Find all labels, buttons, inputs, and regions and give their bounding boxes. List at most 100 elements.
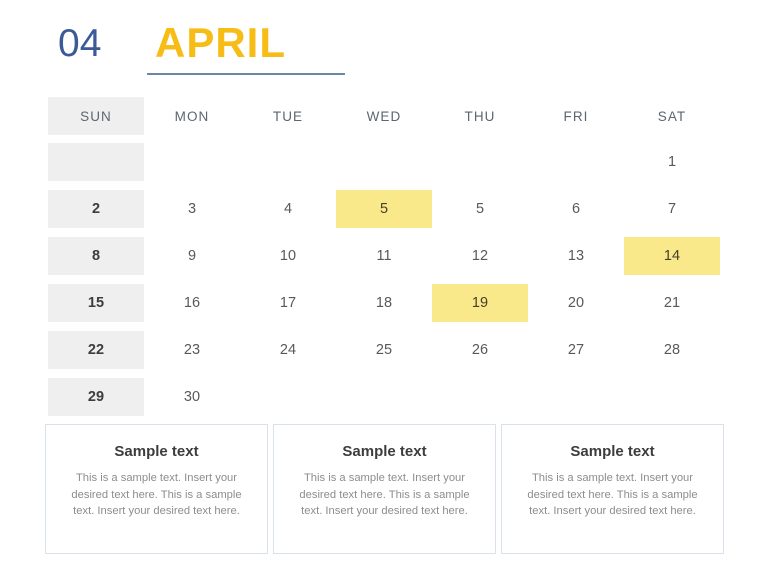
calendar-header: 04 APRIL: [0, 0, 768, 92]
weekday-header-row: SUN MON TUE WED THU FRI SAT: [48, 97, 720, 135]
calendar-week-row: 29 30: [48, 378, 720, 416]
calendar-day-cell-empty: [528, 378, 624, 416]
calendar-day-cell-empty: [240, 378, 336, 416]
calendar-day-number: 8: [91, 248, 101, 264]
calendar-day-cell-8[interactable]: 8: [48, 237, 144, 275]
note-card-body: This is a sample text. Insert your desir…: [71, 472, 242, 517]
note-card-title: Sample text: [570, 443, 655, 460]
calendar-day-cell-7[interactable]: 7: [624, 190, 720, 228]
note-card-title: Sample text: [114, 443, 199, 460]
calendar-day-cell-15[interactable]: 15: [48, 284, 144, 322]
calendar-day-cell-empty: [624, 378, 720, 416]
weekday-header-tue: TUE: [240, 97, 336, 135]
calendar-day-cell-29[interactable]: 29: [48, 378, 144, 416]
note-card-body: This is a sample text. Insert your desir…: [299, 472, 470, 517]
calendar-day-number: 5: [379, 201, 389, 217]
calendar-day-cell-13[interactable]: 13: [528, 237, 624, 275]
weekday-header-label: MON: [174, 108, 210, 124]
calendar-day-cell-14[interactable]: 14: [624, 237, 720, 275]
calendar-day-cell-23[interactable]: 23: [144, 331, 240, 369]
calendar-day-cell-10[interactable]: 10: [240, 237, 336, 275]
calendar-day-number: 18: [375, 295, 393, 311]
calendar-day-number: 13: [567, 248, 585, 264]
calendar-day-cell-28[interactable]: 28: [624, 331, 720, 369]
calendar-day-number: 19: [471, 295, 489, 311]
calendar-day-cell-4[interactable]: 4: [240, 190, 336, 228]
calendar-day-number: 16: [183, 295, 201, 311]
calendar-day-cell-22[interactable]: 22: [48, 331, 144, 369]
weekday-header-label: TUE: [272, 108, 304, 124]
calendar-day-number: 7: [667, 201, 677, 217]
note-card-body: This is a sample text. Insert your desir…: [527, 472, 698, 517]
calendar-day-cell-26[interactable]: 26: [432, 331, 528, 369]
weekday-header-mon: MON: [144, 97, 240, 135]
weekday-header-fri: FRI: [528, 97, 624, 135]
calendar-day-cell-19[interactable]: 19: [432, 284, 528, 322]
calendar-day-cell-5[interactable]: 5: [432, 190, 528, 228]
calendar-day-cell-11[interactable]: 11: [336, 237, 432, 275]
calendar-day-number: 22: [87, 342, 105, 358]
calendar-day-cell-empty: [432, 378, 528, 416]
calendar-day-number: 15: [87, 295, 105, 311]
calendar-day-cell-empty: [336, 143, 432, 181]
weekday-header-label: THU: [464, 108, 496, 124]
calendar-day-cell-16[interactable]: 16: [144, 284, 240, 322]
calendar-day-cell-1[interactable]: 1: [624, 143, 720, 181]
calendar-day-cell-17[interactable]: 17: [240, 284, 336, 322]
calendar-day-cell-6[interactable]: 6: [528, 190, 624, 228]
calendar-day-number: 30: [183, 389, 201, 405]
calendar-day-number: 26: [471, 342, 489, 358]
calendar-day-number: 24: [279, 342, 297, 358]
calendar-day-number: 1: [667, 154, 677, 170]
calendar-day-cell-2[interactable]: 2: [48, 190, 144, 228]
calendar-day-cell-empty: [144, 143, 240, 181]
calendar-day-cell-empty: [528, 143, 624, 181]
calendar-day-number: 9: [187, 248, 197, 264]
calendar-day-cell-25[interactable]: 25: [336, 331, 432, 369]
notes-section: Sample text This is a sample text. Insert…: [45, 424, 724, 556]
calendar-day-number: 21: [663, 295, 681, 311]
calendar-day-cell-3[interactable]: 3: [144, 190, 240, 228]
calendar-grid: SUN MON TUE WED THU FRI SAT 1 2 3 4 5 5 6 7 8 9 10 11 12 13 1…: [48, 97, 720, 425]
calendar-day-cell-empty: [432, 143, 528, 181]
calendar-day-number: 20: [567, 295, 585, 311]
note-card-title: Sample text: [342, 443, 427, 460]
weekday-header-thu: THU: [432, 97, 528, 135]
note-card[interactable]: Sample text This is a sample text. Insert…: [501, 424, 724, 554]
calendar-day-cell-18[interactable]: 18: [336, 284, 432, 322]
calendar-day-number: 2: [91, 201, 101, 217]
calendar-day-cell-24[interactable]: 24: [240, 331, 336, 369]
calendar-day-cell-5[interactable]: 5: [336, 190, 432, 228]
calendar-day-number: 14: [663, 248, 681, 264]
calendar-day-cell-21[interactable]: 21: [624, 284, 720, 322]
calendar-day-cell-empty: [240, 143, 336, 181]
calendar-day-cell-empty: [48, 143, 144, 181]
weekday-header-label: SUN: [80, 108, 112, 124]
calendar-day-number: 27: [567, 342, 585, 358]
calendar-week-row: 22 23 24 25 26 27 28: [48, 331, 720, 369]
note-card[interactable]: Sample text This is a sample text. Insert…: [273, 424, 496, 554]
weekday-header-label: FRI: [563, 108, 589, 124]
calendar-day-number: 5: [475, 201, 485, 217]
calendar-day-cell-30[interactable]: 30: [144, 378, 240, 416]
calendar-day-cell-20[interactable]: 20: [528, 284, 624, 322]
calendar-day-number: 28: [663, 342, 681, 358]
calendar-day-number: 23: [183, 342, 201, 358]
calendar-day-number: 17: [279, 295, 297, 311]
calendar-day-number: 3: [187, 201, 197, 217]
calendar-day-cell-27[interactable]: 27: [528, 331, 624, 369]
calendar-day-cell-9[interactable]: 9: [144, 237, 240, 275]
calendar-day-number: 11: [376, 248, 392, 264]
calendar-day-cell-empty: [336, 378, 432, 416]
title-underline: [147, 73, 345, 75]
weekday-header-label: WED: [366, 108, 402, 124]
note-card[interactable]: Sample text This is a sample text. Insert…: [45, 424, 268, 554]
weekday-header-sun: SUN: [48, 97, 144, 135]
calendar-day-number: 29: [87, 389, 105, 405]
calendar-day-cell-12[interactable]: 12: [432, 237, 528, 275]
calendar-week-row: 2 3 4 5 5 6 7: [48, 190, 720, 228]
calendar-day-number: 4: [283, 201, 293, 217]
calendar-day-number: 10: [279, 248, 297, 264]
calendar-day-number: 6: [571, 201, 581, 217]
calendar-day-number: 12: [471, 248, 489, 264]
